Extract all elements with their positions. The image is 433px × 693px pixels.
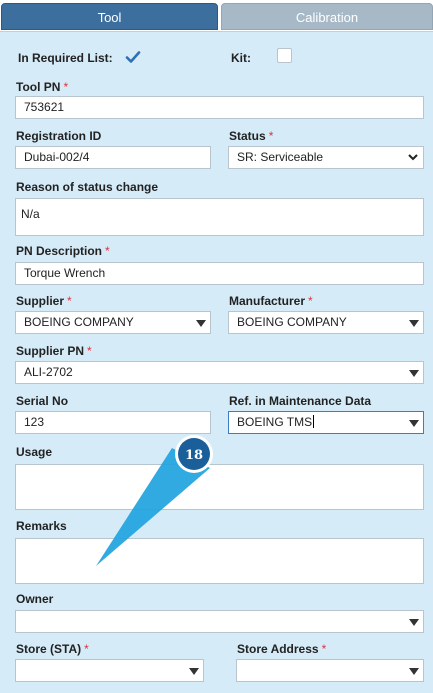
supplier-pn-value: ALI-2702 (24, 365, 73, 379)
store-sta-select[interactable] (15, 659, 204, 682)
registration-id-input[interactable]: Dubai-002/4 (15, 146, 211, 169)
usage-label: Usage (16, 445, 53, 459)
caret-down-icon (409, 619, 419, 626)
caret-down-icon (409, 668, 419, 675)
kit-label: Kit: (231, 51, 251, 65)
ref-maintenance-label: Ref. in Maintenance Data (229, 394, 372, 408)
caret-down-icon (409, 420, 419, 427)
in-required-list-label: In Required List: (18, 51, 113, 65)
supplier-pn-select[interactable]: ALI-2702 (15, 361, 424, 384)
store-address-select[interactable] (236, 659, 424, 682)
remarks-textarea[interactable] (15, 538, 424, 584)
text-cursor (313, 415, 315, 428)
kit-checkbox[interactable] (277, 48, 292, 63)
tool-pn-label: Tool PN * (16, 80, 69, 94)
ref-maintenance-value: BOEING TMS (237, 415, 313, 429)
tab-bar: Tool Calibration (0, 0, 433, 31)
serial-no-label: Serial No (16, 394, 69, 408)
caret-down-icon (196, 320, 206, 327)
registration-id-label: Registration ID (16, 129, 102, 143)
pn-description-input[interactable]: Torque Wrench (15, 262, 424, 285)
status-value: SR: Serviceable (237, 150, 324, 164)
tab-calibration[interactable]: Calibration (221, 3, 433, 30)
usage-textarea[interactable] (15, 464, 424, 510)
reason-textarea[interactable]: N/a (15, 198, 424, 236)
owner-label: Owner (16, 592, 54, 606)
store-sta-label: Store (STA) * (16, 642, 89, 656)
chevron-down-icon (408, 154, 418, 161)
caret-down-icon (409, 320, 419, 327)
status-select[interactable]: SR: Serviceable (228, 146, 424, 169)
tab-tool[interactable]: Tool (1, 3, 218, 30)
caret-down-icon (409, 370, 419, 377)
supplier-label: Supplier * (16, 294, 72, 308)
pn-description-label: PN Description * (16, 244, 110, 258)
ref-maintenance-combobox[interactable]: BOEING TMS (228, 411, 424, 434)
checkmark-icon (125, 51, 141, 63)
reason-label: Reason of status change (16, 180, 159, 194)
manufacturer-label: Manufacturer * (229, 294, 313, 308)
supplier-value: BOEING COMPANY (24, 315, 134, 329)
remarks-label: Remarks (16, 519, 67, 533)
supplier-pn-label: Supplier PN * (16, 344, 92, 358)
manufacturer-select[interactable]: BOEING COMPANY (228, 311, 424, 334)
serial-no-input[interactable]: 123 (15, 411, 211, 434)
in-required-list-checkbox[interactable] (125, 49, 141, 64)
owner-select[interactable] (15, 610, 424, 633)
caret-down-icon (189, 668, 199, 675)
manufacturer-value: BOEING COMPANY (237, 315, 347, 329)
tool-pn-input[interactable]: 753621 (15, 96, 424, 119)
store-address-label: Store Address * (237, 642, 327, 656)
status-label: Status * (229, 129, 274, 143)
supplier-select[interactable]: BOEING COMPANY (15, 311, 211, 334)
